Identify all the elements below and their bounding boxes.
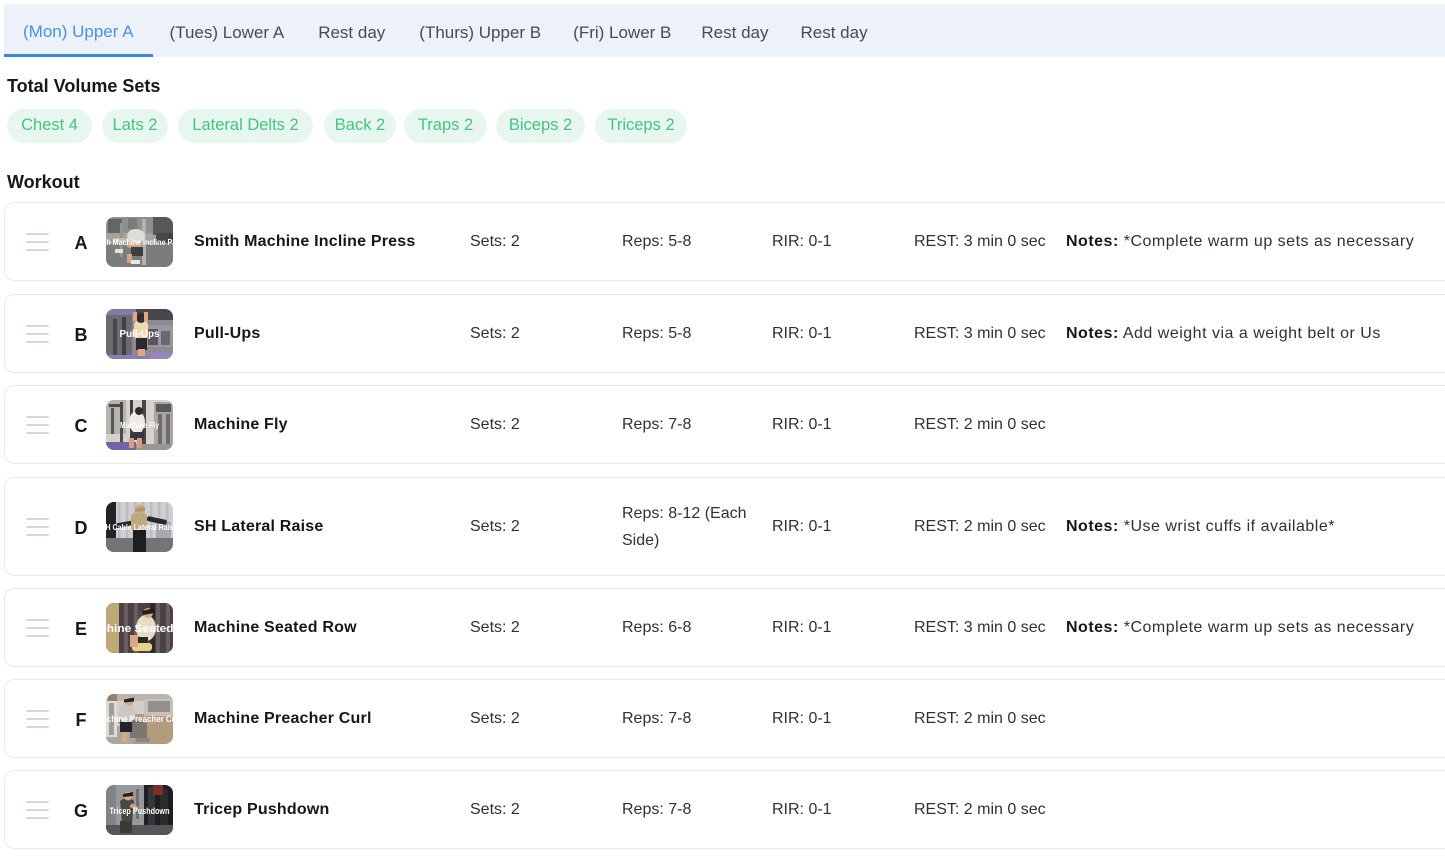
svg-text:Machine Fly: Machine Fly xyxy=(120,420,159,430)
svg-text:Pull-Ups: Pull-Ups xyxy=(120,329,160,340)
svg-text:achine Seated R: achine Seated R xyxy=(106,623,173,635)
svg-text:achine Preacher Cu: achine Preacher Cu xyxy=(106,714,173,725)
svg-text:Tricep Pushdown: Tricep Pushdown xyxy=(110,806,170,817)
svg-text:th Machine Incline Pr: th Machine Incline Pr xyxy=(106,237,173,247)
svg-text:H Cable Lateral Rais: H Cable Lateral Rais xyxy=(106,522,173,532)
